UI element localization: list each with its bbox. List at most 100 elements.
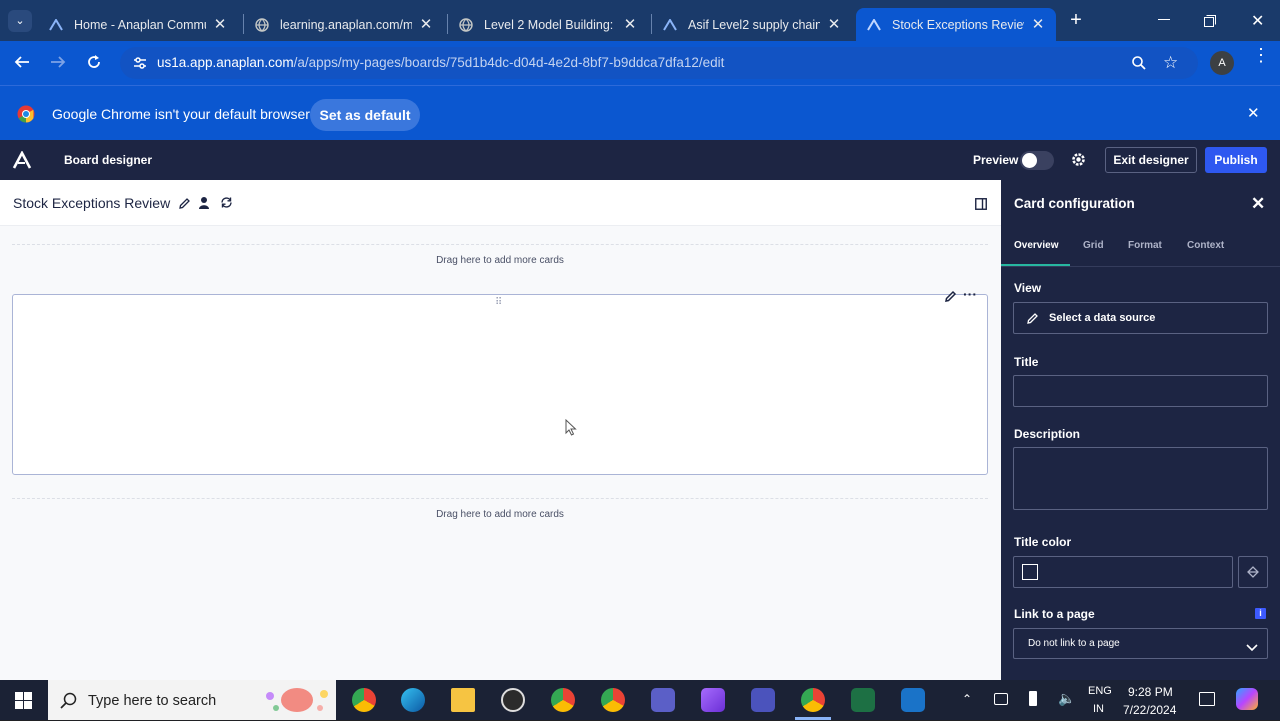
teams-work-taskbar-icon[interactable] [751, 688, 775, 712]
clock-date[interactable]: 7/22/2024 [1123, 703, 1176, 717]
back-arrow-icon[interactable] [14, 54, 30, 75]
profile-avatar[interactable]: A [1210, 51, 1234, 75]
close-panel-icon[interactable]: ✕ [1251, 194, 1265, 214]
card-configuration-panel: Card configuration ✕ Overview Grid Forma… [1001, 180, 1280, 680]
bookmark-star-icon[interactable]: ☆ [1163, 53, 1178, 73]
new-tab-plus-icon[interactable]: + [1066, 10, 1086, 30]
set-as-default-button[interactable]: Set as default [310, 99, 420, 131]
card-edit-pencil-icon[interactable] [944, 290, 957, 308]
close-tab-icon[interactable]: ✕ [826, 16, 842, 33]
user-icon[interactable] [198, 196, 210, 215]
title-label: Title [1014, 355, 1039, 369]
close-tab-icon[interactable]: ✕ [622, 16, 638, 33]
title-color-label: Title color [1014, 535, 1072, 549]
preview-toggle[interactable] [1020, 151, 1054, 170]
clipchamp-taskbar-icon[interactable] [701, 688, 725, 712]
settings-gear-icon[interactable] [1070, 151, 1087, 173]
tab-overview[interactable]: Overview [1014, 240, 1058, 251]
link-to-page-select[interactable]: Do not link to a page [1013, 628, 1268, 659]
browser-tab-active[interactable]: Stock Exceptions Review ✕ [856, 8, 1056, 41]
anaplan-favicon-icon [866, 17, 882, 33]
anaplan-favicon-icon [48, 17, 64, 33]
collapse-panel-icon[interactable] [975, 197, 987, 215]
url-path: /a/apps/my-pages/boards/75d1b4dc-d04d-4e… [293, 55, 725, 70]
volume-icon[interactable]: 🔈 [1058, 690, 1075, 707]
tab-context[interactable]: Context [1187, 240, 1224, 251]
refresh-icon[interactable] [220, 196, 233, 214]
file-explorer-taskbar-icon[interactable] [451, 688, 475, 712]
color-picker-button[interactable] [1238, 556, 1268, 588]
board-canvas: Stock Exceptions Review Drag here to add… [0, 180, 1001, 680]
clock-time[interactable]: 9:28 PM [1128, 685, 1173, 699]
data-source-label: Select a data source [1049, 312, 1156, 324]
browser-tab[interactable]: Asif Level2 supply chain | ✕ [652, 8, 852, 41]
chrome-alt-taskbar-icon[interactable] [601, 688, 625, 712]
publish-button[interactable]: Publish [1205, 147, 1267, 173]
description-label: Description [1014, 427, 1081, 441]
tab-grid[interactable]: Grid [1083, 240, 1104, 251]
description-textarea[interactable] [1013, 447, 1268, 510]
chrome-profile-taskbar-icon[interactable] [352, 688, 376, 712]
more-menu-icon[interactable]: ⋮ [1252, 46, 1270, 64]
forward-arrow-icon[interactable] [50, 54, 66, 75]
drop-zone-top[interactable]: Drag here to add more cards [12, 244, 988, 276]
select-data-source-button[interactable]: Select a data source [1013, 302, 1268, 334]
meet-now-icon[interactable] [994, 693, 1008, 705]
globe-icon [458, 17, 474, 33]
drag-handle-icon[interactable]: ⠿ [495, 297, 502, 308]
edge-taskbar-icon[interactable] [401, 688, 425, 712]
close-tab-icon[interactable]: ✕ [418, 16, 434, 33]
empty-card[interactable]: ⠿ ··· [12, 286, 988, 475]
preview-label: Preview [973, 153, 1019, 167]
chrome-active-taskbar-icon[interactable] [801, 688, 825, 712]
default-browser-infobar: Google Chrome isn't your default browser… [0, 85, 1280, 140]
drop-zone-bottom[interactable]: Drag here to add more cards [12, 498, 988, 530]
close-infobar-icon[interactable]: ✕ [1247, 104, 1260, 122]
anaplan-header: Board designer Preview Exit designer Pub… [0, 140, 1280, 180]
url-host: us1a.app.anaplan.com [157, 55, 294, 70]
paint-bucket-icon [1246, 565, 1260, 584]
tab-search-chevron-icon[interactable]: ⌄ [8, 10, 32, 32]
obs-taskbar-icon[interactable] [501, 688, 525, 712]
chrome-taskbar-icon[interactable] [551, 688, 575, 712]
battery-icon[interactable] [1029, 691, 1037, 706]
minimize-icon[interactable] [1158, 19, 1170, 20]
exit-designer-button[interactable]: Exit designer [1105, 147, 1197, 173]
info-icon[interactable]: i [1255, 608, 1266, 619]
taskbar-search-box[interactable]: Type here to search [48, 680, 336, 720]
title-color-input[interactable] [1013, 556, 1233, 588]
browser-tab[interactable]: Level 2 Model Building: S ✕ [448, 8, 648, 41]
tab-format[interactable]: Format [1128, 240, 1162, 251]
reload-icon[interactable] [86, 54, 102, 75]
site-settings-icon[interactable] [132, 55, 148, 76]
tab-title: Home - Anaplan Commu [74, 17, 206, 32]
windows-start-icon[interactable] [15, 692, 32, 714]
search-placeholder: Type here to search [88, 693, 217, 709]
zoom-search-icon[interactable] [1131, 55, 1147, 76]
close-tab-icon[interactable]: ✕ [1030, 16, 1046, 33]
anaplan-logo-icon[interactable] [12, 150, 32, 174]
color-swatch[interactable] [1022, 564, 1038, 580]
search-highlight-brain-icon [262, 684, 332, 716]
link-to-page-label: Link to a page [1014, 607, 1095, 621]
copilot-icon[interactable] [1236, 688, 1258, 710]
remote-desktop-taskbar-icon[interactable] [901, 688, 925, 712]
notifications-icon[interactable] [1199, 692, 1215, 706]
title-input[interactable] [1013, 375, 1268, 407]
close-window-icon[interactable]: ✕ [1251, 11, 1264, 31]
address-bar[interactable]: us1a.app.anaplan.com/a/apps/my-pages/boa… [120, 47, 1198, 79]
browser-tab[interactable]: Home - Anaplan Commu ✕ [38, 8, 238, 41]
browser-tab[interactable]: learning.anaplan.com/mc ✕ [244, 8, 444, 41]
chevron-down-icon [1246, 639, 1258, 657]
chevron-up-icon[interactable]: ⌃ [962, 692, 972, 706]
language-indicator[interactable]: ENG [1088, 685, 1112, 697]
language-region[interactable]: IN [1093, 703, 1104, 715]
close-tab-icon[interactable]: ✕ [212, 16, 228, 33]
view-label: View [1014, 281, 1042, 295]
edit-pencil-icon[interactable] [178, 197, 191, 215]
restore-icon[interactable] [1204, 14, 1216, 27]
excel-taskbar-icon[interactable] [851, 688, 875, 712]
card-more-options-icon[interactable]: ··· [963, 286, 977, 302]
windows-taskbar: Type here to search ⌃ 🔈 ENG IN 9:28 PM 7… [0, 680, 1280, 720]
teams-taskbar-icon[interactable] [651, 688, 675, 712]
